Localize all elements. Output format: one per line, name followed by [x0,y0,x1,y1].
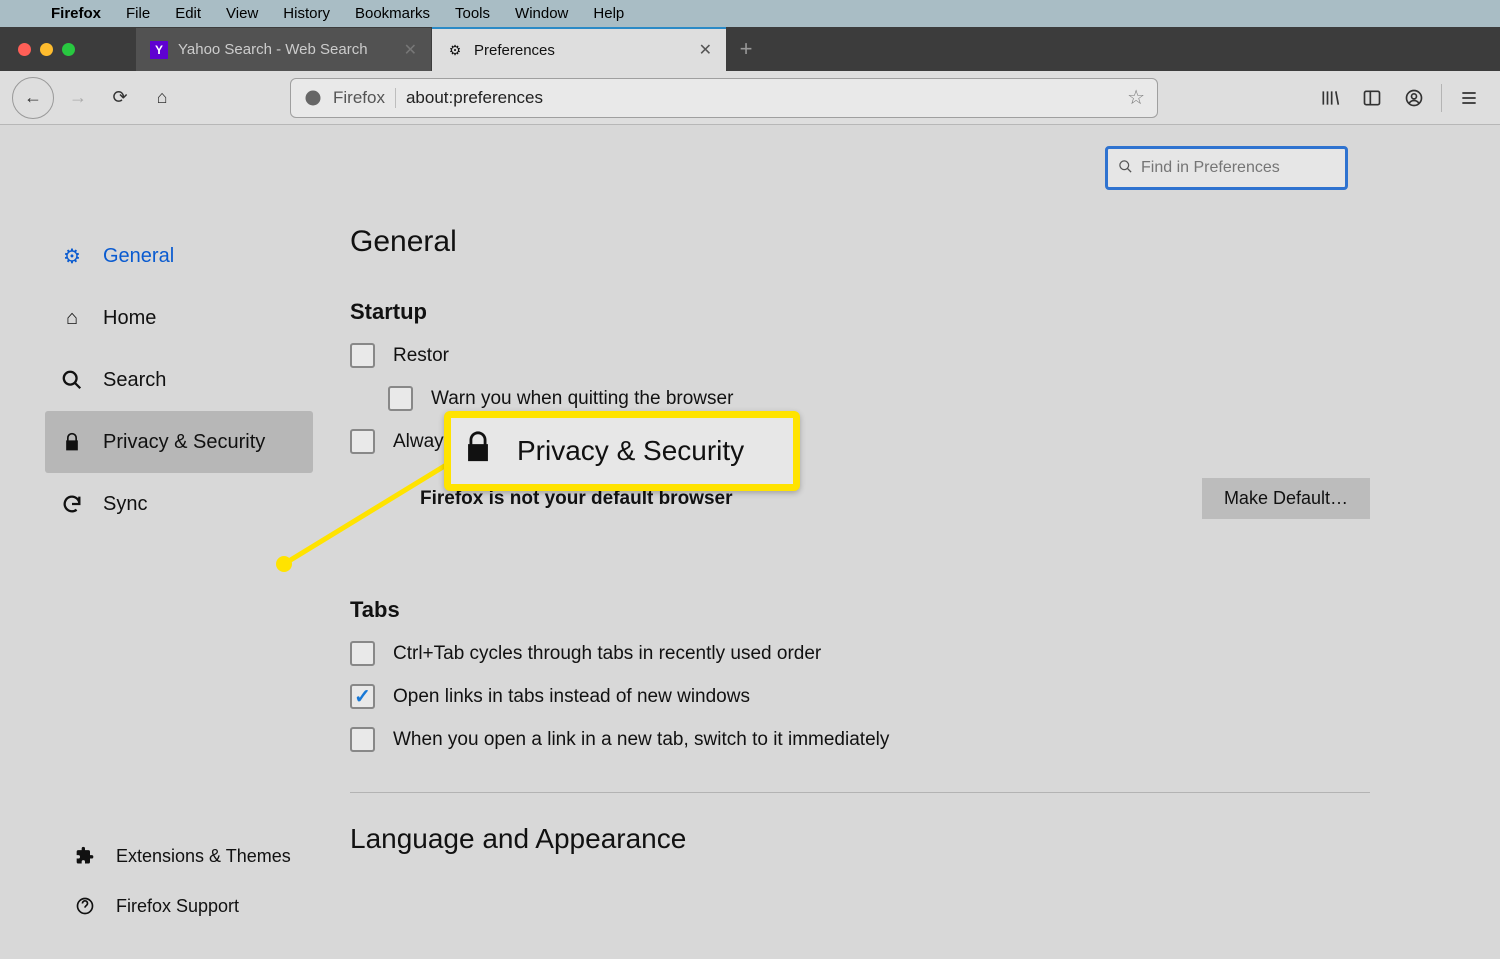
page-heading: General [350,225,1370,259]
open-links-label: Open links in tabs instead of new window… [393,686,750,708]
sidebar-toggle-button[interactable] [1353,80,1391,116]
gear-icon: ⚙ [446,41,464,59]
account-button[interactable] [1395,80,1433,116]
window-minimize-button[interactable] [40,43,53,56]
annotation-label: Privacy & Security [517,435,744,467]
switch-immediately-checkbox[interactable] [350,727,375,752]
make-default-button[interactable]: Make Default… [1202,478,1370,519]
sidebar-item-search[interactable]: Search [45,349,313,411]
search-icon [59,369,85,391]
warn-quit-checkbox[interactable] [388,386,413,411]
find-in-preferences[interactable] [1105,146,1348,190]
sidebar-item-sync[interactable]: Sync [45,473,313,535]
ctrl-tab-row[interactable]: Ctrl+Tab cycles through tabs in recently… [350,641,1370,666]
open-links-row[interactable]: Open links in tabs instead of new window… [350,684,1370,709]
sidebar-item-privacy[interactable]: Privacy & Security [45,411,313,473]
sidebar-item-label: Firefox Support [116,896,239,917]
switch-immediately-label: When you open a link in a new tab, switc… [393,729,889,751]
macos-menubar: Firefox File Edit View History Bookmarks… [0,0,1500,27]
sidebar-item-label: Extensions & Themes [116,846,291,867]
menu-history[interactable]: History [283,5,330,22]
menu-file[interactable]: File [126,5,150,22]
yahoo-favicon-icon: Y [150,41,168,59]
window-close-button[interactable] [18,43,31,56]
library-button[interactable] [1311,80,1349,116]
app-menu-button[interactable] [1450,80,1488,116]
window-controls [0,27,136,71]
sidebar-item-general[interactable]: ⚙ General [45,225,313,287]
switch-immediately-row[interactable]: When you open a link in a new tab, switc… [350,727,1370,752]
sidebar-item-label: Privacy & Security [103,431,265,454]
menu-window[interactable]: Window [515,5,568,22]
url-bar[interactable]: Firefox about:preferences ☆ [290,78,1158,118]
tab-close-button[interactable]: ✕ [699,40,712,60]
puzzle-icon [72,846,98,866]
sidebar-item-label: General [103,245,174,268]
home-button[interactable]: ⌂ [144,80,180,116]
toolbar-separator [1441,84,1442,112]
gear-icon: ⚙ [59,244,85,269]
sidebar-extensions[interactable]: Extensions & Themes [58,831,305,881]
window-maximize-button[interactable] [62,43,75,56]
firefox-identity-icon [303,88,323,108]
new-tab-button[interactable]: + [726,27,766,71]
menu-tools[interactable]: Tools [455,5,490,22]
restore-session-label: Restor [393,345,449,367]
ctrl-tab-checkbox[interactable] [350,641,375,666]
section-startup-title: Startup [350,299,1370,325]
search-icon [1118,159,1133,178]
tab-preferences[interactable]: ⚙ Preferences ✕ [432,27,726,71]
sidebar-item-label: Home [103,307,156,330]
find-input[interactable] [1141,159,1335,177]
tab-strip: Y Yahoo Search - Web Search ✕ ⚙ Preferen… [0,27,1500,71]
url-identity-label: Firefox [333,88,396,108]
navigation-toolbar: ← → ⟳ ⌂ Firefox about:preferences ☆ [0,71,1500,125]
preferences-sidebar: ⚙ General ⌂ Home Search Privacy & Securi… [45,225,313,535]
menu-view[interactable]: View [226,5,258,22]
tab-yahoo-label: Yahoo Search - Web Search [178,41,368,58]
bookmark-star-icon[interactable]: ☆ [1127,85,1145,110]
warn-quit-label: Warn you when quitting the browser [431,388,733,410]
sidebar-item-label: Search [103,369,166,392]
help-icon [72,896,98,916]
warn-quit-row[interactable]: Warn you when quitting the browser [388,386,1370,411]
menu-bookmarks[interactable]: Bookmarks [355,5,430,22]
ctrl-tab-label: Ctrl+Tab cycles through tabs in recently… [393,643,821,665]
sidebar-item-home[interactable]: ⌂ Home [45,287,313,349]
lock-icon [59,431,85,453]
menu-firefox[interactable]: Firefox [51,5,101,22]
tab-yahoo[interactable]: Y Yahoo Search - Web Search ✕ [136,27,432,71]
lock-icon [461,429,495,473]
restore-session-checkbox[interactable] [350,343,375,368]
url-text: about:preferences [406,88,1117,108]
back-button[interactable]: ← [12,77,54,119]
tab-close-button[interactable]: ✕ [404,40,417,60]
tab-preferences-label: Preferences [474,42,555,59]
section-tabs-title: Tabs [350,597,1370,623]
menu-help[interactable]: Help [593,5,624,22]
annotation-callout: Privacy & Security [444,411,800,491]
sidebar-footer: Extensions & Themes Firefox Support [58,831,305,931]
sync-icon [59,493,85,515]
open-links-checkbox[interactable] [350,684,375,709]
home-icon: ⌂ [59,307,85,330]
reload-button[interactable]: ⟳ [102,80,138,116]
always-check-checkbox[interactable] [350,429,375,454]
forward-button[interactable]: → [60,80,96,116]
menu-edit[interactable]: Edit [175,5,201,22]
preferences-main: General Startup Restor Warn you when qui… [350,225,1370,895]
sidebar-support[interactable]: Firefox Support [58,881,305,931]
restore-session-row[interactable]: Restor [350,343,1370,368]
preferences-content: ⚙ General ⌂ Home Search Privacy & Securi… [0,125,1500,959]
sidebar-item-label: Sync [103,493,147,516]
section-language-heading: Language and Appearance [350,823,1370,855]
